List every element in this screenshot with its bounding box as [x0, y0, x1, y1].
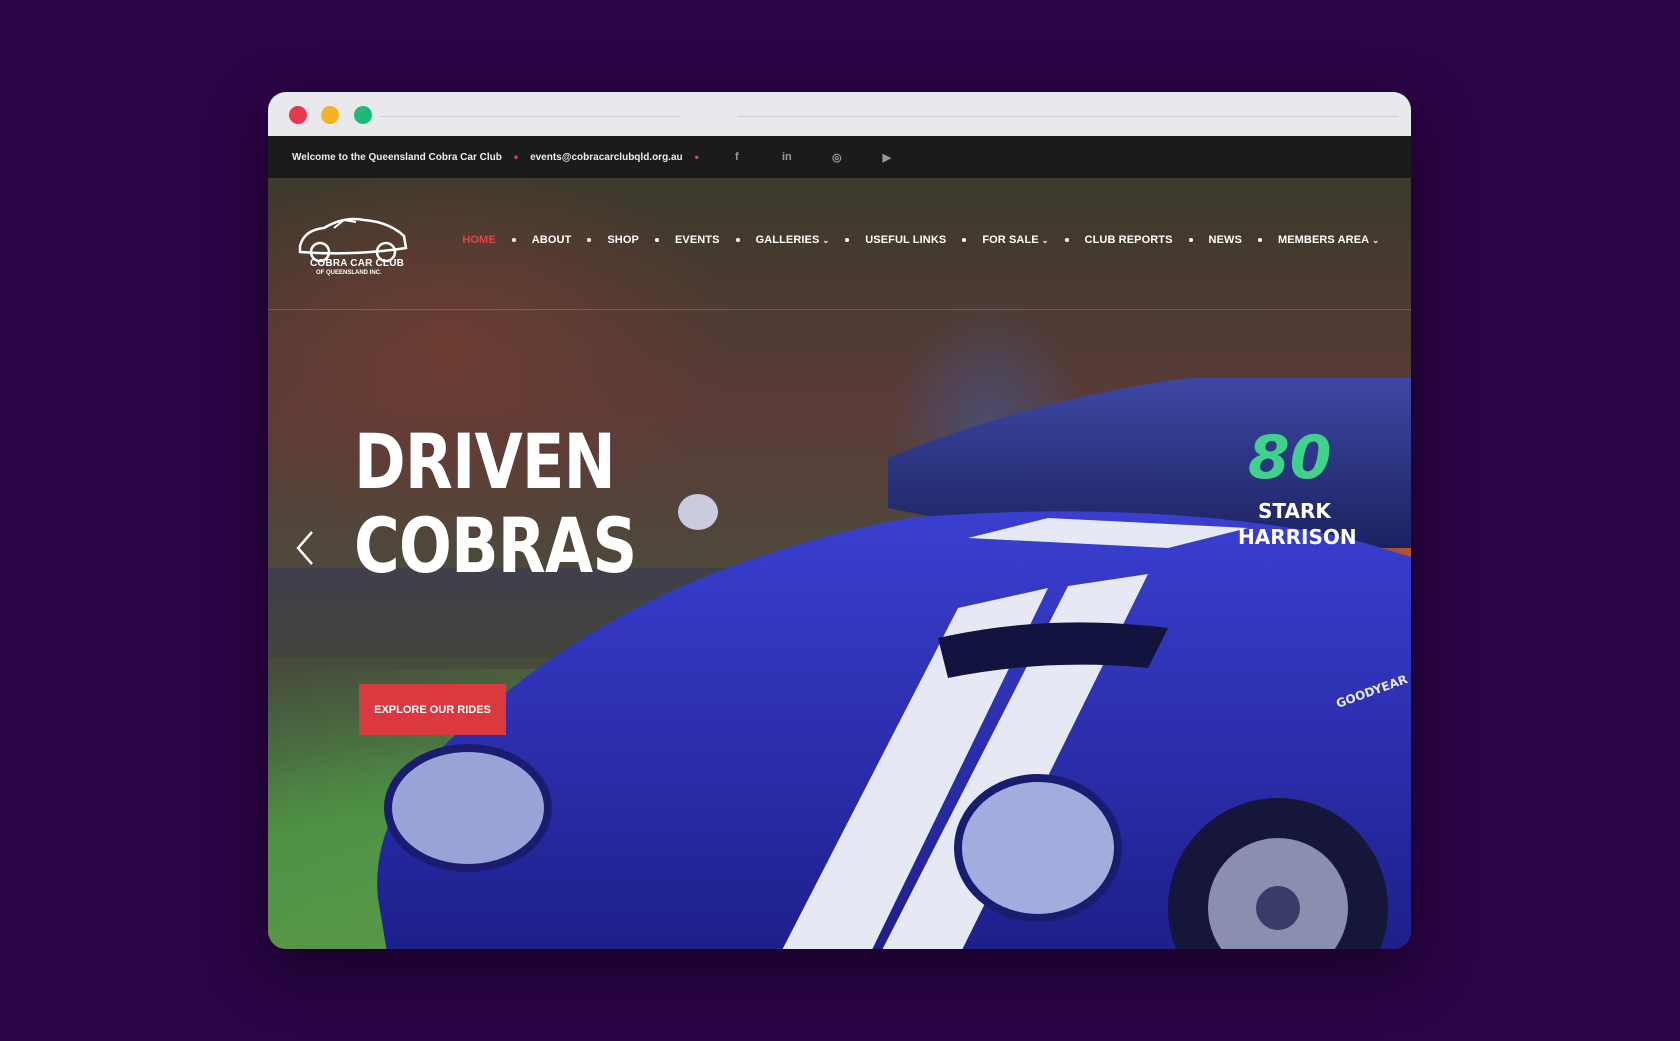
separator-dot: • — [513, 150, 519, 164]
browser-chrome — [268, 92, 1411, 136]
nav-separator — [1064, 238, 1069, 242]
social-links: f in ◎ ▶ — [727, 151, 897, 164]
nav-item-events[interactable]: EVENTS — [675, 234, 720, 246]
logo-subtitle: OF QUEENSLAND INC. — [316, 270, 382, 276]
nav-separator — [735, 238, 740, 242]
hero-headline-line1: DRIVEN — [354, 417, 616, 506]
hero-headline: DRIVEN COBRAS — [354, 417, 637, 590]
instagram-icon[interactable]: ◎ — [827, 151, 847, 164]
explore-rides-button[interactable]: EXPLORE OUR RIDES — [359, 684, 506, 735]
chevron-down-icon: ⌄ — [1041, 235, 1049, 245]
nav-item-for-sale[interactable]: FOR SALE ⌄ — [982, 234, 1048, 246]
minimize-window-button[interactable] — [321, 106, 339, 124]
nav-item-news[interactable]: NEWS — [1209, 234, 1242, 246]
main-navigation: HOME ABOUT SHOP EVENTS GALLERIES ⌄ USEFU… — [462, 234, 1379, 246]
side-mirror — [678, 494, 718, 530]
address-bar[interactable] — [738, 116, 1398, 117]
nav-item-galleries[interactable]: GALLERIES ⌄ — [756, 234, 830, 246]
right-headlight — [954, 774, 1122, 922]
youtube-icon[interactable]: ▶ — [877, 151, 897, 164]
nav-separator — [587, 238, 592, 242]
nav-separator — [845, 238, 850, 242]
nav-separator — [1188, 238, 1193, 242]
car-number: 80 — [1248, 423, 1332, 493]
separator-dot: • — [694, 150, 699, 164]
nav-separator — [1257, 238, 1262, 242]
nav-item-for-sale-label: FOR SALE — [982, 234, 1039, 246]
chrome-divider — [380, 116, 680, 117]
linkedin-icon[interactable]: in — [777, 151, 797, 164]
car-driver-name1: STARK — [1258, 499, 1332, 523]
left-headlight — [384, 744, 552, 872]
nav-item-useful-links[interactable]: USEFUL LINKS — [865, 234, 946, 246]
welcome-text: Welcome to the Queensland Cobra Car Club — [292, 151, 502, 163]
hero-slider: 80 STARK HARRISON GOODYEAR COBRA CAR CLU… — [268, 178, 1411, 949]
nav-separator — [654, 238, 659, 242]
chevron-down-icon: ⌄ — [822, 235, 830, 245]
facebook-icon[interactable]: f — [727, 151, 747, 164]
nav-item-shop[interactable]: SHOP — [607, 234, 639, 246]
top-info-bar: Welcome to the Queensland Cobra Car Club… — [268, 136, 1411, 178]
site-header: COBRA CAR CLUB OF QUEENSLAND INC. HOME A… — [268, 178, 1411, 310]
nav-separator — [511, 238, 516, 242]
maximize-window-button[interactable] — [354, 106, 372, 124]
logo-title: COBRA CAR CLUB — [310, 258, 405, 269]
nav-item-club-reports[interactable]: CLUB REPORTS — [1085, 234, 1173, 246]
nav-separator — [962, 238, 967, 242]
nav-item-home[interactable]: HOME — [462, 234, 495, 246]
nav-item-galleries-label: GALLERIES — [755, 234, 820, 246]
email-link[interactable]: events@cobracarclubqld.org.au — [530, 152, 683, 163]
chevron-left-icon[interactable] — [294, 530, 316, 566]
nav-item-members-area-label: MEMBERS AREA — [1277, 234, 1370, 246]
car-driver-name2: HARRISON — [1238, 525, 1357, 549]
chevron-down-icon: ⌄ — [1372, 235, 1379, 245]
nav-item-about[interactable]: ABOUT — [532, 234, 572, 246]
hero-headline-line2: COBRAS — [354, 501, 637, 590]
browser-window: Welcome to the Queensland Cobra Car Club… — [268, 92, 1411, 949]
nav-item-members-area[interactable]: MEMBERS AREA ⌄ — [1278, 234, 1379, 246]
close-window-button[interactable] — [289, 106, 307, 124]
